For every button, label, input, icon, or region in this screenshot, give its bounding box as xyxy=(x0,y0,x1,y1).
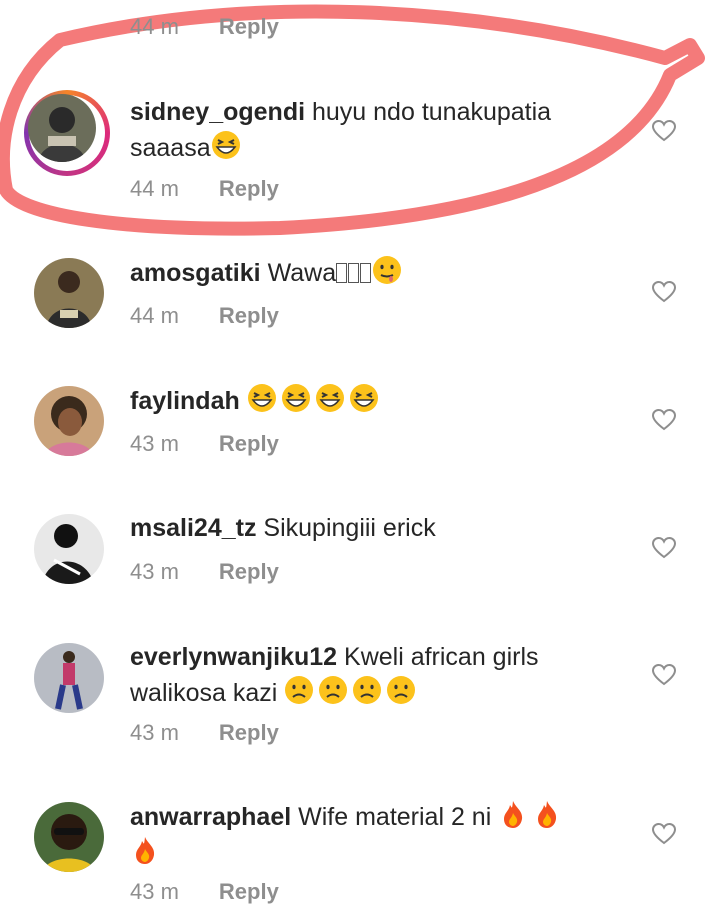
comment-text: amosgatiki Wawa xyxy=(130,255,630,291)
like-heart-icon[interactable] xyxy=(652,823,676,845)
avatar-photo-icon xyxy=(34,386,104,456)
reply-button[interactable]: Reply xyxy=(219,559,279,585)
fire-emoji xyxy=(538,801,557,828)
avatar[interactable] xyxy=(34,643,104,713)
like-heart-icon[interactable] xyxy=(652,281,676,303)
comment-body: Sikupingiii erick xyxy=(263,514,436,542)
grinning-squint-emoji xyxy=(349,384,378,412)
sad-face-emoji xyxy=(387,676,416,704)
grinning-squint-emoji xyxy=(247,384,276,412)
comment-time: 44 m xyxy=(130,303,179,328)
fire-emoji xyxy=(136,837,155,864)
avatar[interactable] xyxy=(34,514,104,584)
comment-meta: 43 m Reply xyxy=(130,559,279,585)
reply-button[interactable]: Reply xyxy=(219,720,279,746)
comment-username[interactable]: anwarraphael xyxy=(130,803,291,831)
avatar-photo-icon xyxy=(34,258,104,328)
comment-text: sidney_ogendi huyu ndo tunakupatia saaas… xyxy=(130,95,630,166)
grinning-squint-emoji xyxy=(281,384,310,412)
comment-time: 44 m xyxy=(130,176,179,201)
comment-body-cont: saaasa xyxy=(130,134,211,162)
fire-emoji xyxy=(504,801,523,828)
avatar[interactable] xyxy=(34,802,104,872)
avatar-photo-icon xyxy=(34,643,104,713)
comment-time: 43 m xyxy=(130,431,179,456)
avatar-with-story-ring[interactable] xyxy=(24,90,110,176)
comment-meta: 44 m Reply xyxy=(130,176,279,202)
comment-username[interactable]: sidney_ogendi xyxy=(130,98,305,126)
comment-meta: 43 m Reply xyxy=(130,879,279,905)
avatar[interactable] xyxy=(34,386,104,456)
reply-button[interactable]: Reply xyxy=(219,14,279,40)
comment-time: 44 m xyxy=(130,14,179,39)
comment-time: 43 m xyxy=(130,559,179,584)
avatar-photo-icon xyxy=(34,802,104,872)
like-heart-icon[interactable] xyxy=(652,664,676,686)
reply-button[interactable]: Reply xyxy=(219,303,279,329)
unsupported-glyph xyxy=(336,263,348,283)
comment-username[interactable]: amosgatiki xyxy=(130,259,261,287)
comment-meta: 44 m Reply xyxy=(130,303,279,329)
like-heart-icon[interactable] xyxy=(652,120,676,142)
comment-meta: 43 m Reply xyxy=(130,720,279,746)
comment-text: everlynwanjiku12 Kweli african girls wal… xyxy=(130,640,630,711)
reply-button[interactable]: Reply xyxy=(219,176,279,202)
grinning-squint-emoji xyxy=(211,131,240,159)
like-heart-icon[interactable] xyxy=(652,537,676,559)
comment-time: 43 m xyxy=(130,720,179,745)
avatar[interactable] xyxy=(34,258,104,328)
like-heart-icon[interactable] xyxy=(652,409,676,431)
comment-text: msali24_tz Sikupingiii erick xyxy=(130,511,630,546)
comment-username[interactable]: everlynwanjiku12 xyxy=(130,643,337,671)
unsupported-glyph xyxy=(360,263,372,283)
comment-username[interactable]: msali24_tz xyxy=(130,514,256,542)
comment-username[interactable]: faylindah xyxy=(130,387,240,415)
comment-text: anwarraphael Wife material 2 ni xyxy=(130,799,630,871)
comment-meta: 43 m Reply xyxy=(130,431,279,457)
sad-face-emoji xyxy=(285,676,314,704)
comment-meta: 44 m Reply xyxy=(130,14,279,40)
grinning-squint-emoji xyxy=(315,384,344,412)
comment-time: 43 m xyxy=(130,879,179,904)
unsupported-glyph xyxy=(348,263,360,283)
comment-text: faylindah xyxy=(130,383,630,419)
comment-body: Kweli african girls xyxy=(344,643,539,671)
comment-body: Wawa xyxy=(267,259,337,287)
comment-body: Wife material 2 ni xyxy=(298,803,492,831)
comment-body: huyu ndo tunakupatia xyxy=(312,98,552,126)
reply-button[interactable]: Reply xyxy=(219,431,279,457)
avatar-photo-icon xyxy=(34,514,104,584)
drooling-face-emoji xyxy=(373,256,402,284)
avatar-photo-icon xyxy=(28,94,96,162)
reply-button[interactable]: Reply xyxy=(219,879,279,905)
sad-face-emoji xyxy=(319,676,348,704)
comment-body-cont: walikosa kazi xyxy=(130,679,278,707)
sad-face-emoji xyxy=(353,676,382,704)
